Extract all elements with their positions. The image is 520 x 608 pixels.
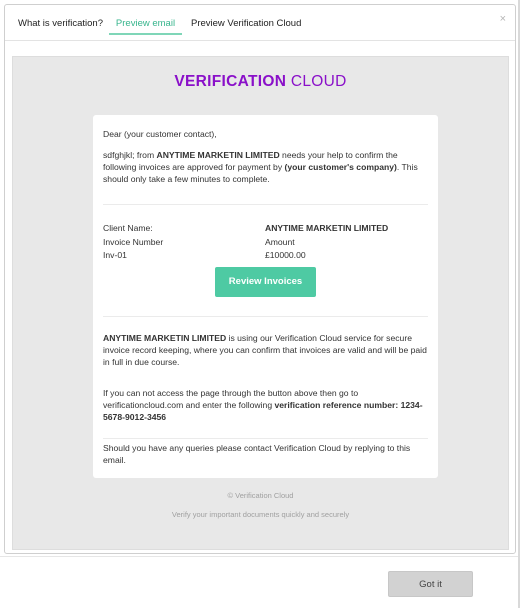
email-preview: VERIFICATION CLOUD Dear (your customer c… (12, 56, 509, 550)
intro-customer-company: (your customer's company) (284, 162, 397, 172)
amount-label: Amount (265, 237, 295, 247)
email-paragraph-reference: If you can not access the page through t… (103, 387, 431, 423)
client-name-value: ANYTIME MARKETIN LIMITED (265, 223, 389, 233)
email-footer-copyright: © Verification Cloud (227, 491, 294, 500)
tab-preview-email[interactable]: Preview email (109, 18, 182, 29)
close-icon[interactable]: × (500, 13, 506, 25)
email-greeting: Dear (your customer contact), (103, 129, 217, 139)
divider (103, 438, 428, 439)
email-intro: sdfghjkl; from ANYTIME MARKETIN LIMITED … (103, 149, 428, 185)
tab-what-is-verification[interactable]: What is verification? (18, 18, 103, 29)
email-footer-tagline: Verify your important documents quickly … (171, 510, 350, 519)
brand-logo: VERIFICATION CLOUD (13, 73, 508, 91)
tab-bar: What is verification? Preview email Prev… (5, 5, 515, 41)
divider (103, 316, 428, 317)
email-paragraph-service: ANYTIME MARKETIN LIMITED is using our Ve… (103, 332, 431, 368)
invoice-number-label: Invoice Number (103, 237, 164, 247)
email-paragraph-queries: Should you have any queries please conta… (103, 443, 411, 465)
client-name-label: Client Name: (103, 223, 153, 233)
intro-company: ANYTIME MARKETIN LIMITED (156, 150, 280, 160)
divider (103, 204, 428, 205)
email-card: Dear (your customer contact), sdfghjkl; … (93, 115, 438, 478)
brand-logo-light: CLOUD (290, 73, 347, 90)
intro-prefix: sdfghjkl; from (103, 150, 157, 160)
tab-preview-verification-cloud[interactable]: Preview Verification Cloud (191, 18, 301, 29)
brand-logo-bold: VERIFICATION (174, 73, 287, 90)
para-company: ANYTIME MARKETIN LIMITED (103, 333, 227, 343)
active-tab-indicator (109, 33, 182, 35)
invoice-number-value: Inv-01 (103, 250, 127, 260)
amount-value: £10000.00 (265, 250, 306, 260)
review-invoices-button[interactable]: Review Invoices (215, 267, 316, 297)
dialog: What is verification? Preview email Prev… (4, 4, 516, 554)
got-it-button[interactable]: Got it (388, 571, 473, 597)
